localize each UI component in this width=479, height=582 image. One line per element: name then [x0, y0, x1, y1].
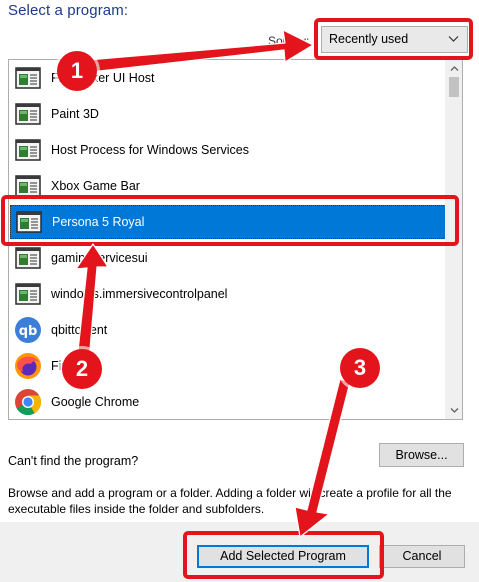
program-item-label: qbittorrent — [51, 323, 108, 337]
program-item-selected[interactable]: Persona 5 Royal — [10, 205, 446, 239]
sort-by-dropdown[interactable]: Recently used — [321, 26, 468, 53]
chrome-icon — [14, 388, 42, 416]
program-item[interactable]: Google Chrome — [10, 385, 446, 419]
scroll-up-icon[interactable] — [450, 64, 459, 73]
add-selected-program-button[interactable]: Add Selected Program — [197, 545, 369, 568]
sort-by-value: Recently used — [329, 32, 409, 46]
program-item[interactable]: qb qbittorrent — [10, 313, 446, 347]
program-item-label: Persona 5 Royal — [52, 215, 145, 229]
program-item-label: gamingservicesui — [51, 251, 148, 265]
cant-find-text: Can't find the program? — [8, 454, 139, 468]
scrollbar-thumb[interactable] — [449, 77, 459, 97]
dialog-heading: Select a program: — [8, 2, 129, 19]
app-window-icon — [14, 280, 42, 308]
app-window-icon — [14, 100, 42, 128]
chevron-down-icon — [448, 36, 459, 42]
sort-by-label: Sort by: — [268, 34, 310, 48]
program-item[interactable]: windows.immersivecontrolpanel — [10, 277, 446, 311]
browse-button[interactable]: Browse... — [379, 443, 464, 467]
program-item[interactable]: Xbox Game Bar — [10, 169, 446, 203]
app-window-icon — [15, 208, 43, 236]
app-window-icon — [14, 244, 42, 272]
program-item-label: Xbox Game Bar — [51, 179, 140, 193]
callout-1: 1 — [57, 51, 97, 91]
svg-text:qb: qb — [19, 324, 38, 339]
description-text: Browse and add a program or a folder. Ad… — [8, 486, 452, 516]
app-window-icon — [14, 64, 42, 92]
app-window-icon — [14, 172, 42, 200]
scroll-down-icon[interactable] — [450, 406, 459, 415]
program-item-label: Google Chrome — [51, 395, 140, 409]
app-window-icon — [14, 136, 42, 164]
program-item[interactable]: Paint 3D — [10, 97, 446, 131]
program-item-label: windows.immersivecontrolpanel — [51, 287, 228, 301]
program-item[interactable]: Host Process for Windows Services — [10, 133, 446, 167]
list-scrollbar[interactable] — [445, 60, 462, 419]
callout-2: 2 — [62, 349, 102, 389]
program-item[interactable]: gamingservicesui — [10, 241, 446, 275]
program-item-label: Host Process for Windows Services — [51, 143, 249, 157]
program-item-label: Paint 3D — [51, 107, 99, 121]
qbittorrent-icon: qb — [14, 316, 42, 344]
firefox-icon — [14, 352, 42, 380]
callout-3: 3 — [340, 348, 380, 388]
cancel-button[interactable]: Cancel — [379, 545, 465, 568]
